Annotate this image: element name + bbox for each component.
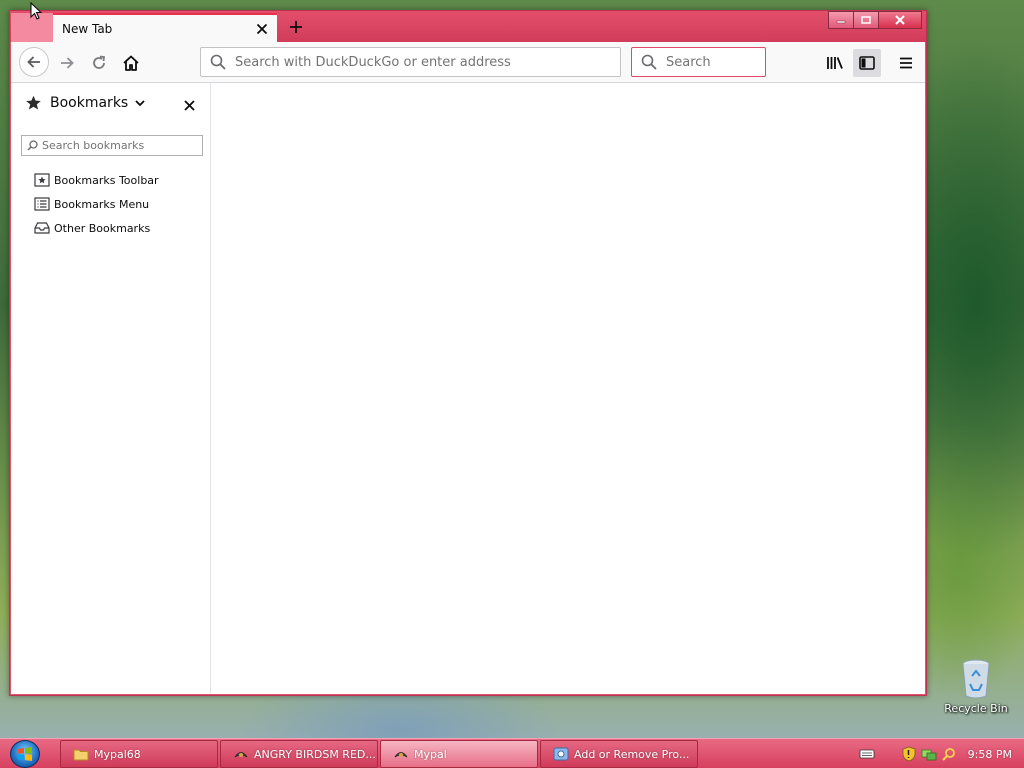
library-icon xyxy=(827,57,843,69)
folder-icon xyxy=(73,749,89,761)
keyboard-icon[interactable] xyxy=(858,745,876,763)
plus-icon xyxy=(290,21,302,33)
search-icon xyxy=(201,54,235,70)
restore-icon xyxy=(861,16,871,24)
control-panel-icon xyxy=(553,747,569,761)
sidebar-item-bookmarks-toolbar[interactable]: Bookmarks Toolbar xyxy=(34,168,159,192)
recycle-bin-icon xyxy=(960,658,992,699)
mouse-cursor xyxy=(30,1,44,22)
tab-close-button[interactable] xyxy=(250,17,274,41)
taskbar-button-angry-birds[interactable]: ANGRY BIRDSM RED... xyxy=(220,740,378,768)
system-tray: 9:58 PM xyxy=(856,739,1024,768)
close-window-button[interactable] xyxy=(878,11,922,29)
taskbar-button-label: Mypal68 xyxy=(94,747,141,761)
close-icon xyxy=(256,23,268,34)
bookmarks-search-input[interactable] xyxy=(42,139,202,152)
sidebar-item-label: Other Bookmarks xyxy=(54,221,151,235)
sidebar-header[interactable]: Bookmarks xyxy=(25,95,146,111)
search-icon xyxy=(22,140,42,151)
tab-strip: New Tab xyxy=(10,11,926,42)
sidebar-close-button[interactable] xyxy=(179,95,199,115)
reload-button[interactable] xyxy=(85,49,113,77)
search-icon[interactable] xyxy=(940,745,958,763)
taskbar: Mypal68 ANGRY BIRDSM RED... Mypal Add or… xyxy=(0,738,1024,768)
recycle-bin-label: Recycle Bin xyxy=(944,702,1008,715)
library-button[interactable] xyxy=(821,49,849,77)
network-icon[interactable] xyxy=(920,745,938,763)
url-bar[interactable] xyxy=(200,47,621,77)
recycle-bin[interactable]: Recycle Bin xyxy=(944,658,1008,715)
chevron-down-icon xyxy=(135,100,145,107)
back-arrow-icon xyxy=(27,56,40,68)
sidebar-item-bookmarks-menu[interactable]: Bookmarks Menu xyxy=(34,192,159,216)
taskbar-button-label: Add or Remove Pro... xyxy=(574,747,690,761)
hamburger-menu-icon xyxy=(900,57,912,69)
search-icon xyxy=(632,54,666,70)
start-button[interactable] xyxy=(10,740,40,768)
bookmarks-toolbar-icon xyxy=(34,173,50,187)
nav-toolbar xyxy=(11,42,925,83)
bookmarks-search-box[interactable] xyxy=(21,135,203,156)
taskbar-button-mypal68[interactable]: Mypal68 xyxy=(60,740,218,768)
tab-new-tab[interactable]: New Tab xyxy=(53,13,277,42)
shield-icon[interactable] xyxy=(900,745,918,763)
menu-button[interactable] xyxy=(892,49,920,77)
home-button[interactable] xyxy=(117,49,145,77)
maximize-button[interactable] xyxy=(853,11,879,29)
mypal-icon xyxy=(234,752,248,758)
close-icon xyxy=(183,99,195,111)
sidebar-item-other-bookmarks[interactable]: Other Bookmarks xyxy=(34,216,159,240)
back-button[interactable] xyxy=(19,47,49,77)
sidebar-item-label: Bookmarks Toolbar xyxy=(54,173,159,187)
reload-icon xyxy=(93,55,106,69)
forward-arrow-icon xyxy=(61,57,74,69)
other-bookmarks-icon xyxy=(34,222,50,234)
taskbar-button-mypal[interactable]: Mypal xyxy=(380,740,538,768)
bookmarks-sidebar: Bookmarks Bookmarks Toolbar Bookm xyxy=(11,83,211,694)
browser-content: Bookmarks Bookmarks Toolbar Bookm xyxy=(11,83,925,694)
home-icon xyxy=(123,55,139,71)
minimize-button[interactable] xyxy=(828,11,854,29)
close-icon xyxy=(895,15,905,25)
window-controls xyxy=(828,11,922,29)
sidebar-title: Bookmarks xyxy=(50,95,129,111)
bookmarks-menu-icon xyxy=(34,197,50,211)
tab-title: New Tab xyxy=(62,21,113,36)
taskbar-button-label: ANGRY BIRDSM RED... xyxy=(254,747,376,761)
sidebar-item-label: Bookmarks Menu xyxy=(54,197,150,211)
bookmarks-tree: Bookmarks Toolbar Bookmarks Menu Other B… xyxy=(34,168,159,240)
star-icon xyxy=(26,95,41,110)
sidebar-icon xyxy=(859,56,875,70)
taskbar-button-label: Mypal xyxy=(414,747,447,761)
browser-window: New Tab Search with DuckDuckGo or enter … xyxy=(9,10,927,696)
forward-button[interactable] xyxy=(53,49,81,77)
minimize-icon xyxy=(836,20,846,24)
url-input[interactable] xyxy=(235,54,620,70)
mypal-icon xyxy=(394,752,408,758)
taskbar-button-add-remove-programs[interactable]: Add or Remove Pro... xyxy=(540,740,698,768)
windows-logo-icon xyxy=(18,747,32,761)
search-bar[interactable] xyxy=(631,47,766,77)
sidebar-toggle-button[interactable] xyxy=(853,49,881,77)
clock[interactable]: 9:58 PM xyxy=(968,748,1012,761)
search-input[interactable] xyxy=(666,54,765,70)
new-tab-button[interactable] xyxy=(283,14,309,40)
